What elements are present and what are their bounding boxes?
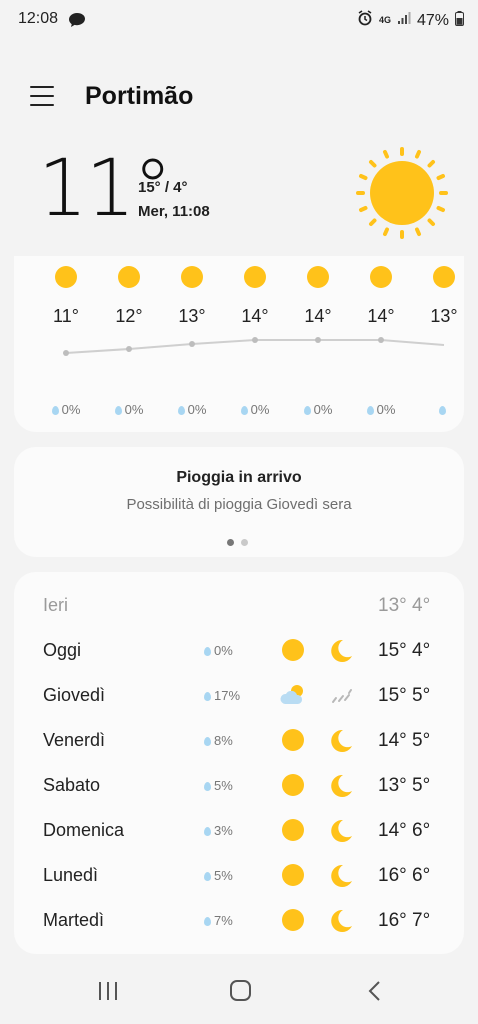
- day-name: Venerdì: [43, 730, 106, 750]
- current-sun-icon: [354, 145, 450, 241]
- drop-icon: [204, 917, 211, 927]
- day-name: Giovedì: [43, 685, 106, 705]
- rain-icon: [332, 689, 352, 703]
- daily-row[interactable]: Sabato 5% 13° 5°: [14, 766, 464, 806]
- sun-icon: [282, 909, 304, 931]
- battery-icon: [455, 10, 464, 31]
- drop-icon: [204, 737, 211, 747]
- status-bar: 12:08 4G 47%: [0, 0, 478, 40]
- day-precipitation: 5%: [204, 778, 233, 793]
- day-temperatures: 14° 5°: [378, 730, 431, 751]
- city-name[interactable]: Portimão: [85, 82, 193, 111]
- moon-icon: [331, 909, 352, 932]
- day-name: Lunedì: [43, 865, 99, 885]
- drop-icon: [204, 692, 211, 702]
- signal-icon: [397, 11, 411, 30]
- day-temperatures: 14° 6°: [378, 820, 431, 841]
- sun-icon: [282, 819, 304, 841]
- moon-icon: [331, 864, 352, 887]
- partly-cloudy-icon: [280, 685, 303, 704]
- page-dot: [241, 539, 248, 546]
- daily-row[interactable]: Venerdì 8% 14° 5°: [14, 721, 464, 761]
- day-temperatures: 13° 4°: [378, 595, 431, 616]
- battery-percent: 47%: [416, 11, 449, 29]
- day-temperatures: 16° 6°: [378, 865, 431, 886]
- sun-icon: [282, 864, 304, 886]
- network-type: 4G: [378, 15, 391, 25]
- day-precipitation: 5%: [204, 868, 233, 883]
- day-name: Sabato: [43, 775, 101, 795]
- moon-icon: [331, 819, 352, 842]
- drop-icon: [204, 872, 211, 882]
- day-precipitation: 7%: [204, 913, 233, 928]
- daily-row-yesterday[interactable]: Ieri 13° 4°: [14, 586, 464, 626]
- drop-icon: [204, 647, 211, 657]
- rain-alert-title: Pioggia in arrivo: [176, 469, 302, 486]
- sun-icon: [282, 729, 304, 751]
- daily-row[interactable]: Domenica 3% 14° 6°: [14, 811, 464, 851]
- day-name: Oggi: [43, 640, 82, 660]
- daily-row[interactable]: Oggi 0% 15° 4°: [14, 631, 464, 671]
- back-button[interactable]: [366, 980, 384, 1002]
- moon-icon: [331, 639, 352, 662]
- day-temperatures: 15° 4°: [378, 640, 431, 661]
- day-precipitation: 0%: [204, 643, 233, 658]
- recent-apps-button[interactable]: [97, 980, 119, 1002]
- day-temperatures: 13° 5°: [378, 775, 431, 796]
- message-notification-icon: [68, 12, 86, 33]
- current-datetime: Mer, 11:08: [138, 203, 210, 220]
- rain-alert-subtitle: Possibilità di pioggia Giovedì sera: [126, 496, 352, 513]
- day-precipitation: 17%: [204, 688, 240, 703]
- moon-icon: [331, 729, 352, 752]
- day-name: Domenica: [43, 820, 125, 840]
- daily-row[interactable]: Giovedì 17% 15° 5°: [14, 676, 464, 716]
- system-navigation-bar: [0, 960, 478, 1024]
- high-low-temperature: 15° / 4°: [138, 179, 188, 196]
- daily-row[interactable]: Lunedì 5% 16° 6°: [14, 856, 464, 896]
- day-precipitation: 3%: [204, 823, 233, 838]
- day-precipitation: 8%: [204, 733, 233, 748]
- temperature-trend-line: [63, 337, 445, 356]
- page-indicator: [227, 533, 255, 551]
- day-temperatures: 15° 5°: [378, 685, 431, 706]
- page-dot-active: [227, 539, 234, 546]
- home-button[interactable]: [229, 979, 253, 1003]
- sun-icon: [282, 774, 304, 796]
- daily-forecast-card[interactable]: Ieri 13° 4° Oggi 0% 15° 4° Giovedì 17% 1…: [14, 572, 464, 954]
- daily-row[interactable]: Martedì 7% 16° 7°: [14, 901, 464, 941]
- day-name: Ieri: [43, 595, 69, 615]
- alarm-icon: [357, 10, 373, 31]
- day-temperatures: 16° 7°: [378, 910, 431, 931]
- drop-icon: [204, 782, 211, 792]
- status-time: 12:08: [18, 10, 59, 27]
- day-name: Martedì: [43, 910, 105, 930]
- status-right: 4G 47%: [357, 10, 464, 31]
- menu-icon[interactable]: [30, 86, 54, 108]
- sun-icon: [282, 639, 304, 661]
- rain-alert-card[interactable]: Pioggia in arrivo Possibilità di pioggia…: [14, 447, 464, 557]
- hourly-forecast-card[interactable]: 11° 0% 12° 0% 13° 0% 14° 0% 14° 0% 14° 0…: [14, 256, 464, 432]
- moon-icon: [331, 774, 352, 797]
- drop-icon: [204, 827, 211, 837]
